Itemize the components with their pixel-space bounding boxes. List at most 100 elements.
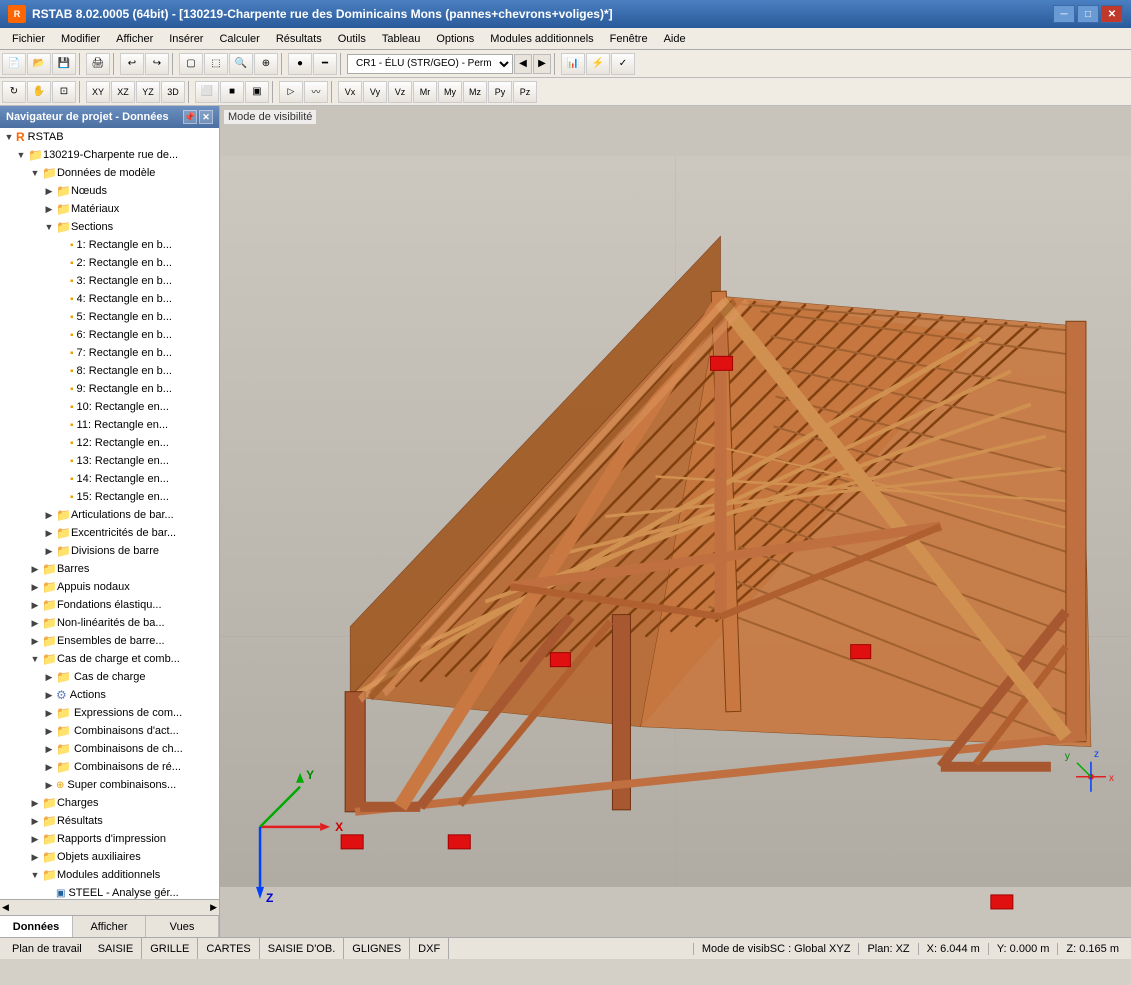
tree-item-sec1[interactable]: ▪ 1: Rectangle en b... bbox=[0, 236, 219, 254]
expand-icon[interactable]: ▶ bbox=[28, 562, 42, 576]
status-grille[interactable]: GRILLE bbox=[142, 938, 198, 959]
tree-item-modules-add[interactable]: ▼ 📁 Modules additionnels bbox=[0, 866, 219, 884]
redo-button[interactable]: ↪ bbox=[145, 53, 169, 75]
nav-scroll-bar[interactable]: ◀ ▶ bbox=[0, 899, 219, 915]
minimize-button[interactable]: ─ bbox=[1053, 5, 1075, 23]
close-button[interactable]: ✕ bbox=[1101, 5, 1123, 23]
expand-icon[interactable]: ▼ bbox=[14, 148, 28, 162]
tree-item-super-comb[interactable]: ▶ ⊕ Super combinaisons... bbox=[0, 776, 219, 794]
expand-icon[interactable]: ▶ bbox=[28, 796, 42, 810]
expand-icon[interactable]: ▶ bbox=[42, 724, 56, 738]
expand-icon[interactable]: ▶ bbox=[42, 526, 56, 540]
menu-fenetre[interactable]: Fenêtre bbox=[602, 28, 656, 49]
tree-item-materials[interactable]: ▶ 📁 Matériaux bbox=[0, 200, 219, 218]
expand-icon[interactable]: ▼ bbox=[2, 130, 16, 144]
tree-item-rapports[interactable]: ▶ 📁 Rapports d'impression bbox=[0, 830, 219, 848]
expand-icon[interactable]: ▶ bbox=[42, 778, 56, 792]
forces-button[interactable]: Vx bbox=[338, 81, 362, 103]
check-button[interactable]: ✓ bbox=[611, 53, 635, 75]
tree-item-resultats[interactable]: ▶ 📁 Résultats bbox=[0, 812, 219, 830]
tree-item-objets-aux[interactable]: ▶ 📁 Objets auxiliaires bbox=[0, 848, 219, 866]
expand-icon[interactable]: ▶ bbox=[28, 598, 42, 612]
new-button[interactable]: 📄 bbox=[2, 53, 26, 75]
tree-item-sections[interactable]: ▼ 📁 Sections bbox=[0, 218, 219, 236]
tree-item-articulations[interactable]: ▶ 📁 Articulations de bar... bbox=[0, 506, 219, 524]
tree-item-nonlin[interactable]: ▶ 📁 Non-linéarités de ba... bbox=[0, 614, 219, 632]
calc-button[interactable]: ⚡ bbox=[586, 53, 610, 75]
expand-icon[interactable]: ▶ bbox=[42, 508, 56, 522]
3d-scene[interactable]: X Y Z x z y bbox=[220, 106, 1131, 937]
axial-button[interactable]: Py bbox=[488, 81, 512, 103]
deform-button[interactable]: 〰 bbox=[304, 81, 328, 103]
tree-item-comb-re[interactable]: ▶ 📁 Combinaisons de ré... bbox=[0, 758, 219, 776]
moments2-button[interactable]: My bbox=[438, 81, 462, 103]
open-button[interactable]: 📂 bbox=[27, 53, 51, 75]
menu-tableau[interactable]: Tableau bbox=[374, 28, 429, 49]
expand-icon[interactable]: ▶ bbox=[42, 670, 56, 684]
tree-item-divisions[interactable]: ▶ 📁 Divisions de barre bbox=[0, 542, 219, 560]
view-yz-button[interactable]: YZ bbox=[136, 81, 160, 103]
tree-item-ensembles[interactable]: ▶ 📁 Ensembles de barre... bbox=[0, 632, 219, 650]
tab-afficher[interactable]: Afficher bbox=[73, 916, 146, 937]
tree-item-cas-charge-combi[interactable]: ▼ 📁 Cas de charge et comb... bbox=[0, 650, 219, 668]
nav-pin-button[interactable]: 📌 bbox=[183, 110, 197, 124]
view3d-button[interactable]: ⬚ bbox=[204, 53, 228, 75]
tree-item-sec5[interactable]: ▪ 5: Rectangle en b... bbox=[0, 308, 219, 326]
tab-vues[interactable]: Vues bbox=[146, 916, 219, 937]
tree-item-sec14[interactable]: ▪ 14: Rectangle en... bbox=[0, 470, 219, 488]
next-case-button[interactable]: ▶ bbox=[533, 54, 551, 74]
tree-item-expressions[interactable]: ▶ 📁 Expressions de com... bbox=[0, 704, 219, 722]
tree-item-comb-ch[interactable]: ▶ 📁 Combinaisons de ch... bbox=[0, 740, 219, 758]
tree-item-actions[interactable]: ▶ ⚙ Actions bbox=[0, 686, 219, 704]
forces3-button[interactable]: Vz bbox=[388, 81, 412, 103]
tree-item-sec11[interactable]: ▪ 11: Rectangle en... bbox=[0, 416, 219, 434]
expand-icon[interactable]: ▶ bbox=[28, 832, 42, 846]
tree-item-project[interactable]: ▼ 📁 130219-Charpente rue de... bbox=[0, 146, 219, 164]
render-solid-button[interactable]: ■ bbox=[220, 81, 244, 103]
tree-item-sec15[interactable]: ▪ 15: Rectangle en... bbox=[0, 488, 219, 506]
expand-icon[interactable]: ▶ bbox=[42, 742, 56, 756]
tree-item-nodes[interactable]: ▶ 📁 Nœuds bbox=[0, 182, 219, 200]
menu-calculer[interactable]: Calculer bbox=[211, 28, 267, 49]
tree-item-charges[interactable]: ▶ 📁 Charges bbox=[0, 794, 219, 812]
view-xy-button[interactable]: XY bbox=[86, 81, 110, 103]
forces2-button[interactable]: Vy bbox=[363, 81, 387, 103]
zoom-region-button[interactable]: ⊡ bbox=[52, 81, 76, 103]
menu-afficher[interactable]: Afficher bbox=[108, 28, 161, 49]
tree-item-appuis[interactable]: ▶ 📁 Appuis nodaux bbox=[0, 578, 219, 596]
rotate-button[interactable]: ↻ bbox=[2, 81, 26, 103]
view-3d-button[interactable]: 3D bbox=[161, 81, 185, 103]
menu-modifier[interactable]: Modifier bbox=[53, 28, 108, 49]
axial2-button[interactable]: Pz bbox=[513, 81, 537, 103]
expand-icon[interactable]: ▶ bbox=[28, 850, 42, 864]
tree-item-sec8[interactable]: ▪ 8: Rectangle en b... bbox=[0, 362, 219, 380]
zoom-all-button[interactable]: ⊕ bbox=[254, 53, 278, 75]
pan-button[interactable]: ✋ bbox=[27, 81, 51, 103]
tree-item-sec13[interactable]: ▪ 13: Rectangle en... bbox=[0, 452, 219, 470]
status-saisie[interactable]: SAISIE bbox=[90, 938, 142, 959]
scroll-left-icon[interactable]: ◀ bbox=[2, 902, 9, 913]
tree-item-cas-charge[interactable]: ▶ 📁 Cas de charge bbox=[0, 668, 219, 686]
expand-icon[interactable]: ▶ bbox=[42, 202, 56, 216]
maximize-button[interactable]: □ bbox=[1077, 5, 1099, 23]
menu-options[interactable]: Options bbox=[428, 28, 482, 49]
menu-inserer[interactable]: Insérer bbox=[161, 28, 211, 49]
tree-item-sec10[interactable]: ▪ 10: Rectangle en... bbox=[0, 398, 219, 416]
expand-icon[interactable]: ▶ bbox=[28, 616, 42, 630]
tree-item-comb-act[interactable]: ▶ 📁 Combinaisons d'act... bbox=[0, 722, 219, 740]
tree-item-sec6[interactable]: ▪ 6: Rectangle en b... bbox=[0, 326, 219, 344]
window-controls[interactable]: ─ □ ✕ bbox=[1053, 5, 1123, 23]
nav-close-button[interactable]: ✕ bbox=[199, 110, 213, 124]
tree-item-sec2[interactable]: ▪ 2: Rectangle en b... bbox=[0, 254, 219, 272]
tree-item-sec9[interactable]: ▪ 9: Rectangle en b... bbox=[0, 380, 219, 398]
expand-icon[interactable]: ▼ bbox=[28, 868, 42, 882]
moments-button[interactable]: Mr bbox=[413, 81, 437, 103]
render-wire-button[interactable]: ⬜ bbox=[195, 81, 219, 103]
scroll-right-icon[interactable]: ▶ bbox=[210, 902, 217, 913]
expand-icon[interactable]: ▼ bbox=[28, 166, 42, 180]
save-button[interactable]: 💾 bbox=[52, 53, 76, 75]
render-hidden-button[interactable]: ▣ bbox=[245, 81, 269, 103]
moments3-button[interactable]: Mz bbox=[463, 81, 487, 103]
tree-item-sec7[interactable]: ▪ 7: Rectangle en b... bbox=[0, 344, 219, 362]
status-glignes[interactable]: GLIGNES bbox=[344, 938, 410, 959]
